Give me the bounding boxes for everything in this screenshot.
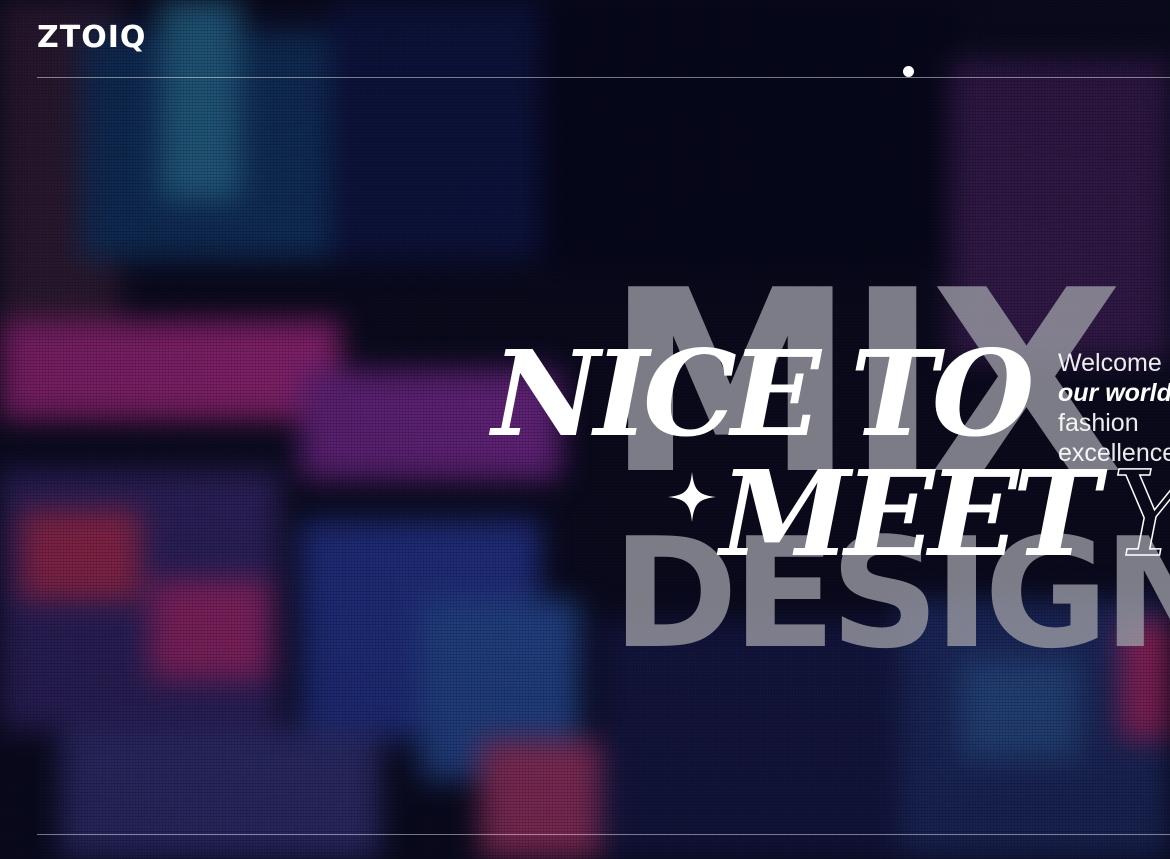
footer-divider xyxy=(37,834,1170,835)
intro-line2: our world o xyxy=(1058,378,1170,408)
sparkle-icon xyxy=(668,472,716,522)
menu-dot-icon[interactable] xyxy=(903,66,914,77)
headline-line1: NICE TO xyxy=(492,324,1035,463)
headline-outline-letter: Y xyxy=(1111,454,1170,574)
intro-line1: Welcome xyxy=(1058,349,1162,377)
header-divider xyxy=(37,77,1170,78)
intro-line4: excellence xyxy=(1058,439,1170,467)
headline-line2: MEET xyxy=(720,444,1100,583)
brand-logo[interactable]: ZTOIQ xyxy=(37,20,146,55)
intro-line3: fashion xyxy=(1058,409,1139,437)
intro-text: Welcome our world o fashion excellence xyxy=(1058,348,1170,468)
intro-emphasis: our world xyxy=(1058,379,1170,407)
landing-page: ZTOIQ MIX DESIGN NICE TO MEET Y Welcome … xyxy=(0,0,1170,859)
